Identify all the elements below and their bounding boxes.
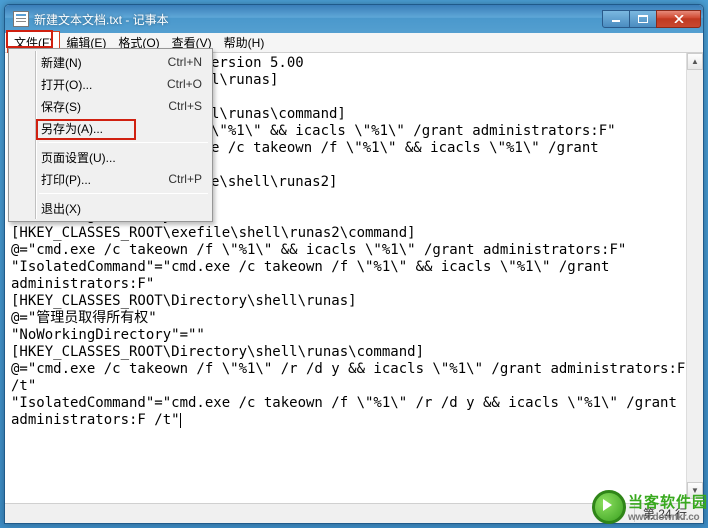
watermark-text: 当客软件园 www.downkr.co xyxy=(628,491,708,523)
maximize-button[interactable] xyxy=(629,10,657,28)
window-title: 新建文本文档.txt - 记事本 xyxy=(34,11,603,28)
menu-item-label: 退出(X) xyxy=(41,200,202,217)
titlebar[interactable]: 新建文本文档.txt - 记事本 xyxy=(5,5,703,33)
menu-item-label: 保存(S) xyxy=(41,98,168,115)
menu-item-exit[interactable]: 退出(X) xyxy=(11,197,210,219)
menu-item-shortcut: Ctrl+O xyxy=(167,77,206,91)
menu-item-label: 另存为(A)... xyxy=(41,120,202,137)
menu-item-shortcut: Ctrl+S xyxy=(168,99,206,113)
menu-item-label: 打印(P)... xyxy=(41,171,168,188)
scroll-up-icon[interactable]: ▲ xyxy=(687,53,703,70)
menu-item-label: 打开(O)... xyxy=(41,76,167,93)
file-menu-dropdown: 新建(N) Ctrl+N 打开(O)... Ctrl+O 保存(S) Ctrl+… xyxy=(8,48,213,222)
window-buttons xyxy=(603,10,701,28)
menu-item-saveas[interactable]: 另存为(A)... xyxy=(11,117,210,139)
menu-item-print[interactable]: 打印(P)... Ctrl+P xyxy=(11,168,210,190)
menu-item-label: 新建(N) xyxy=(41,54,168,71)
watermark-logo-icon xyxy=(592,490,626,524)
menu-separator xyxy=(39,142,208,143)
menu-item-label: 页面设置(U)... xyxy=(41,149,202,166)
menu-separator xyxy=(39,193,208,194)
watermark-en: www.downkr.co xyxy=(628,512,708,523)
menu-item-page-setup[interactable]: 页面设置(U)... xyxy=(11,146,210,168)
menu-help[interactable]: 帮助(H) xyxy=(218,32,271,53)
menu-item-open[interactable]: 打开(O)... Ctrl+O xyxy=(11,73,210,95)
menu-item-save[interactable]: 保存(S) Ctrl+S xyxy=(11,95,210,117)
vertical-scrollbar[interactable]: ▲ ▼ xyxy=(686,53,703,499)
watermark: 当客软件园 www.downkr.co xyxy=(592,490,708,524)
editor-body: "NoWorkingDirectory"="" [HKEY_CLASSES_RO… xyxy=(11,208,685,428)
menu-item-shortcut: Ctrl+P xyxy=(168,172,206,186)
minimize-button[interactable] xyxy=(602,10,630,28)
notepad-icon xyxy=(13,11,29,27)
menu-item-new[interactable]: 新建(N) Ctrl+N xyxy=(11,51,210,73)
menu-item-shortcut: Ctrl+N xyxy=(168,55,206,69)
text-caret xyxy=(180,413,181,428)
close-button[interactable] xyxy=(656,10,701,28)
watermark-cn: 当客软件园 xyxy=(628,491,708,512)
